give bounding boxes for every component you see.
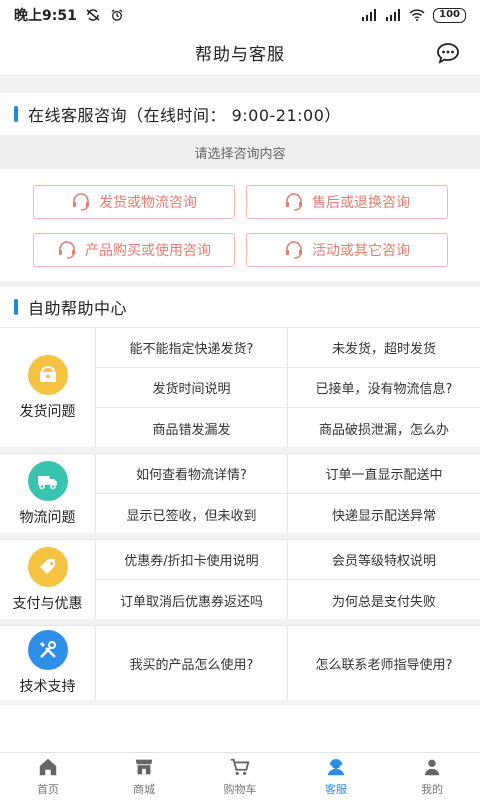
question-grid: 能不能指定快递发货? 未发货，超时发货 发货时间说明 已接单，没有物流信息? 商… — [96, 328, 480, 448]
category-label: 发货问题 — [19, 403, 76, 420]
help-category-logistics: 物流问题 如何查看物流详情? 订单一直显示配送中 显示已签收，但未收到 快递显示… — [0, 453, 480, 534]
section-accent-bar — [14, 299, 18, 315]
question-item[interactable]: 快递显示配送异常 — [288, 494, 480, 534]
status-bar: 晚上9:51 100 — [0, 0, 480, 30]
spacer — [0, 77, 480, 93]
bottom-tab-bar: 首页 商城 购物车 客服 我的 — [0, 752, 480, 800]
question-item[interactable]: 为何总是支付失败 — [288, 580, 480, 620]
category-label: 支付与优惠 — [12, 595, 83, 612]
tag-icon — [39, 558, 55, 574]
section-accent-bar — [14, 106, 18, 122]
question-item[interactable]: 订单取消后优惠券返还吗 — [96, 580, 288, 620]
question-item[interactable]: 我买的产品怎么使用? — [96, 626, 288, 701]
question-grid: 优惠券/折扣卡使用说明 会员等级特权说明 订单取消后优惠券返还吗 为何总是支付失… — [96, 540, 480, 620]
tab-home[interactable]: 首页 — [0, 753, 96, 800]
page-title: 帮助与客服 — [195, 45, 285, 65]
question-item[interactable]: 发货时间说明 — [96, 368, 288, 408]
consult-label: 产品购买或使用咨询 — [85, 243, 211, 259]
cart-icon — [230, 758, 250, 775]
category-label: 技术支持 — [19, 679, 76, 695]
question-item[interactable]: 已接单，没有物流信息? — [288, 368, 480, 408]
sync-off-icon — [86, 9, 100, 21]
category-tech-support[interactable]: 技术支持 — [0, 626, 96, 700]
consult-activity-button[interactable]: 活动或其它咨询 — [246, 233, 448, 267]
tab-label: 客服 — [325, 783, 347, 796]
online-service-header: 在线客服咨询（在线时间： 9:00-21:00） — [0, 93, 480, 135]
store-icon — [135, 759, 153, 775]
question-item[interactable]: 显示已签收，但未收到 — [96, 494, 288, 534]
help-category-shipping: 发货问题 能不能指定快递发货? 未发货，超时发货 发货时间说明 已接单，没有物流… — [0, 327, 480, 448]
tab-mine[interactable]: 我的 — [384, 753, 480, 800]
signal-icon — [362, 9, 377, 21]
category-icon-bg — [27, 460, 68, 501]
consult-options: 发货或物流咨询 售后或退换咨询 产品购买或使用咨询 活动或其它咨询 — [0, 169, 480, 281]
headset-icon — [73, 193, 89, 211]
chat-bubble-icon — [437, 43, 459, 64]
tab-cart[interactable]: 购物车 — [192, 753, 288, 800]
consult-label: 活动或其它咨询 — [312, 243, 410, 259]
self-help-header: 自助帮助中心 — [0, 287, 480, 327]
category-label: 物流问题 — [19, 509, 76, 526]
package-icon — [39, 365, 56, 382]
headset-icon — [59, 241, 75, 259]
tab-label: 首页 — [37, 783, 59, 796]
question-item[interactable]: 优惠券/折扣卡使用说明 — [96, 540, 288, 580]
question-item[interactable]: 订单一直显示配送中 — [288, 454, 480, 494]
consult-prompt: 请选择咨询内容 — [0, 135, 480, 169]
category-payment[interactable]: 支付与优惠 — [0, 540, 96, 619]
headset-icon — [286, 241, 302, 259]
message-button[interactable] — [434, 39, 462, 67]
nav-bar: 帮助与客服 — [0, 30, 480, 76]
tab-mall[interactable]: 商城 — [96, 753, 192, 800]
tab-label: 我的 — [421, 783, 443, 796]
consult-shipping-button[interactable]: 发货或物流咨询 — [33, 185, 235, 219]
home-icon — [39, 758, 57, 776]
question-item[interactable]: 商品破损泄漏，怎么办 — [288, 408, 480, 448]
help-category-payment: 支付与优惠 优惠券/折扣卡使用说明 会员等级特权说明 订单取消后优惠券返还吗 为… — [0, 539, 480, 620]
category-logistics[interactable]: 物流问题 — [0, 454, 96, 533]
consult-label: 售后或退换咨询 — [312, 195, 410, 211]
truck-icon — [37, 475, 57, 489]
spacer — [0, 700, 480, 705]
category-shipping[interactable]: 发货问题 — [0, 328, 96, 447]
question-item[interactable]: 能不能指定快递发货? — [96, 328, 288, 368]
category-icon-bg — [27, 546, 68, 587]
category-icon-bg — [27, 354, 68, 395]
question-item[interactable]: 会员等级特权说明 — [288, 540, 480, 580]
consult-aftersale-button[interactable]: 售后或退换咨询 — [246, 185, 448, 219]
tools-icon — [39, 641, 56, 658]
user-icon — [424, 759, 440, 776]
customer-service-icon — [327, 759, 345, 776]
headset-icon — [286, 193, 302, 211]
signal-icon-2 — [386, 9, 401, 21]
tab-service[interactable]: 客服 — [288, 753, 384, 800]
question-item[interactable]: 如何查看物流详情? — [96, 454, 288, 494]
question-item[interactable]: 商品错发漏发 — [96, 408, 288, 448]
self-help-title: 自助帮助中心 — [28, 299, 128, 318]
alarm-icon — [111, 9, 123, 21]
tab-label: 商城 — [133, 783, 155, 796]
online-service-title: 在线客服咨询（在线时间： 9:00-21:00） — [28, 106, 341, 125]
help-category-tech: 技术支持 我买的产品怎么使用? 怎么联系老师指导使用? — [0, 625, 480, 701]
consult-label: 发货或物流咨询 — [99, 195, 197, 211]
wifi-icon — [409, 9, 425, 21]
question-grid: 如何查看物流详情? 订单一直显示配送中 显示已签收，但未收到 快递显示配送异常 — [96, 454, 480, 534]
battery-indicator: 100 — [433, 7, 466, 23]
consult-product-button[interactable]: 产品购买或使用咨询 — [33, 233, 235, 267]
question-grid: 我买的产品怎么使用? 怎么联系老师指导使用? — [96, 626, 480, 701]
question-item[interactable]: 怎么联系老师指导使用? — [288, 626, 480, 701]
tab-label: 购物车 — [223, 783, 257, 796]
category-icon-bg — [27, 630, 68, 670]
question-item[interactable]: 未发货，超时发货 — [288, 328, 480, 368]
status-time: 晚上9:51 — [14, 8, 77, 24]
